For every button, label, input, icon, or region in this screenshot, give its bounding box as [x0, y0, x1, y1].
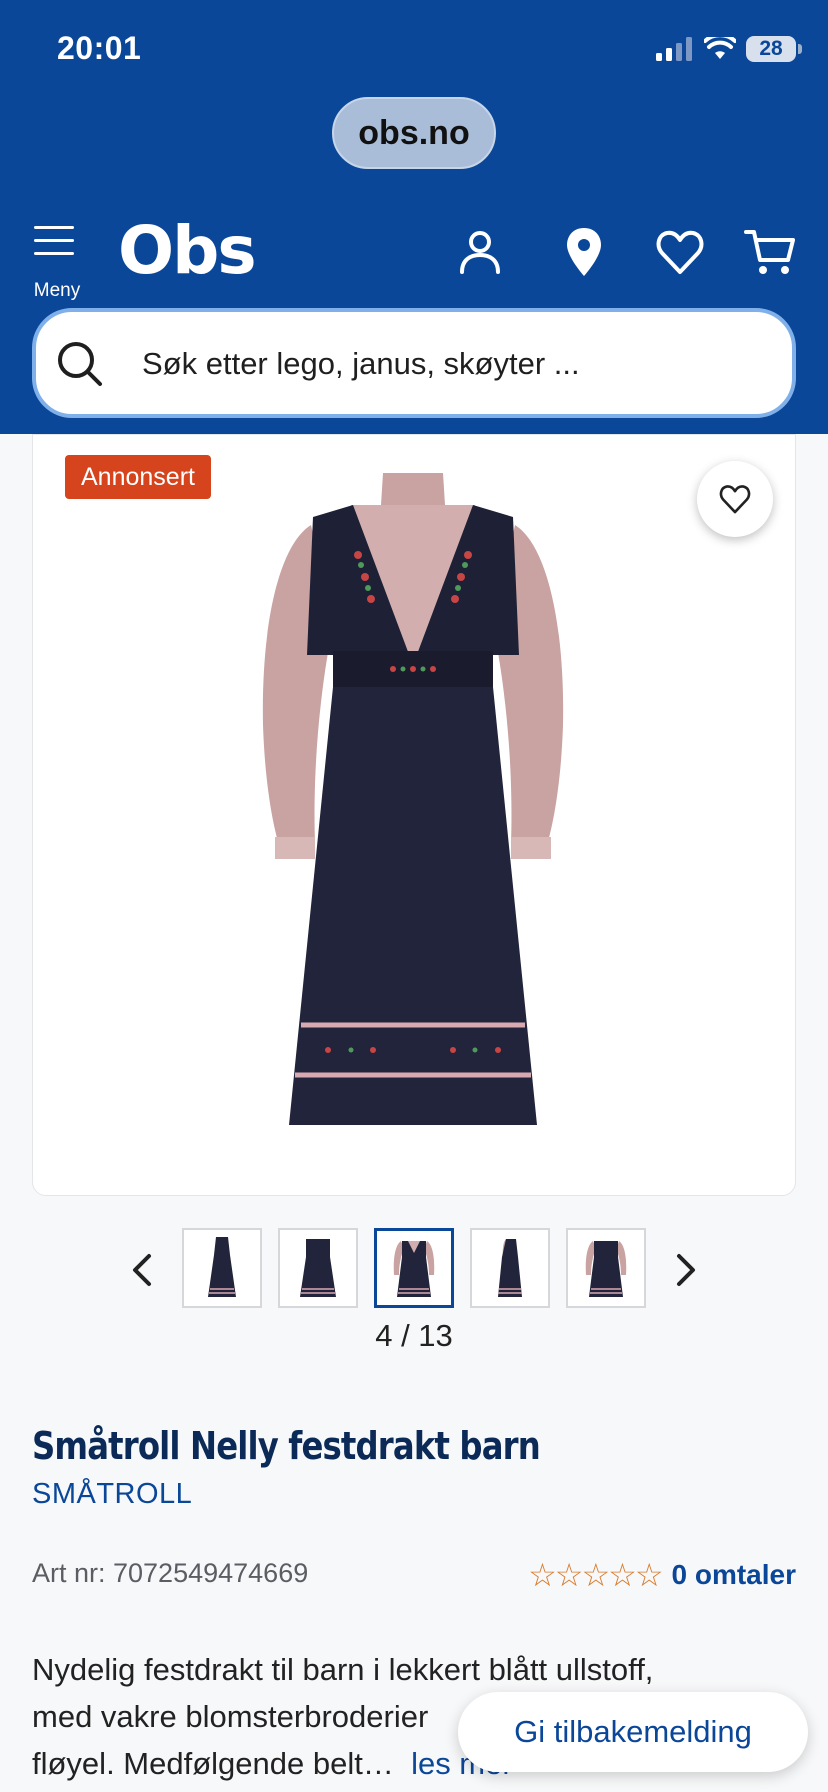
- search-placeholder: Søk etter lego, janus, skøyter ...: [142, 346, 580, 381]
- gallery-thumbnail[interactable]: [566, 1228, 646, 1308]
- site-header: 20:01 28 obs.no Meny Obs Søk etter lego,…: [0, 0, 828, 434]
- thumbnail-image: [208, 1237, 236, 1297]
- add-to-favorites-button[interactable]: [697, 461, 773, 537]
- battery-indicator: 28: [746, 36, 802, 62]
- thumbnail-image: [393, 1241, 435, 1297]
- description-line: Nydelig festdrakt til barn i lekkert blå…: [32, 1652, 654, 1687]
- thumbnail-image: [585, 1241, 627, 1297]
- chevron-left-icon: [133, 1254, 151, 1286]
- feedback-button[interactable]: Gi tilbakemelding: [458, 1692, 808, 1772]
- obs-logo[interactable]: Obs: [118, 218, 257, 284]
- review-count-link[interactable]: 0 omtaler: [672, 1559, 797, 1591]
- image-pager: 4 / 13: [375, 1318, 453, 1353]
- product-brand-link[interactable]: SMÅTROLL: [32, 1478, 192, 1511]
- previous-image-button[interactable]: [122, 1246, 162, 1294]
- search-input[interactable]: Søk etter lego, janus, skøyter ...: [32, 308, 796, 418]
- product-title: Småtroll Nelly festdrakt barn: [32, 1424, 541, 1468]
- location-pin-icon[interactable]: [558, 226, 610, 278]
- next-image-button[interactable]: [666, 1246, 706, 1294]
- gallery-thumbnail[interactable]: [470, 1228, 550, 1308]
- thumbnail-image: [300, 1239, 336, 1297]
- status-bar: 20:01 28: [0, 0, 828, 100]
- description-line-text: fløyel. Medfølgende belt…: [32, 1746, 394, 1781]
- hamburger-icon: [34, 226, 74, 256]
- user-icon[interactable]: [454, 226, 506, 278]
- battery-tip: [798, 44, 802, 54]
- battery-level: 28: [759, 37, 783, 60]
- cart-icon[interactable]: [744, 226, 796, 278]
- product-photo: [262, 473, 564, 1125]
- product-rating[interactable]: ☆☆☆☆☆ 0 omtaler: [528, 1556, 796, 1594]
- product-image-card[interactable]: Annonsert: [32, 434, 796, 1196]
- status-time: 20:01: [57, 30, 142, 66]
- menu-button[interactable]: Meny: [26, 224, 88, 301]
- search-icon: [54, 338, 106, 390]
- menu-label: Meny: [33, 280, 81, 301]
- thumbnail-image: [498, 1239, 522, 1297]
- chevron-right-icon: [677, 1254, 695, 1286]
- article-number: Art nr: 7072549474669: [32, 1558, 309, 1588]
- heart-icon: [719, 485, 751, 514]
- gallery-thumbnail[interactable]: [278, 1228, 358, 1308]
- image-gallery-nav: [0, 1228, 828, 1312]
- heart-icon[interactable]: [654, 226, 706, 278]
- gallery-thumbnail-active[interactable]: [374, 1228, 454, 1308]
- status-icons: 28: [656, 34, 802, 64]
- wifi-icon: [704, 37, 736, 59]
- browser-url-pill[interactable]: obs.no: [332, 97, 496, 169]
- gallery-thumbnail[interactable]: [182, 1228, 262, 1308]
- rating-stars: ☆☆☆☆☆: [528, 1557, 663, 1593]
- main-nav: Meny Obs: [0, 210, 828, 301]
- cellular-signal-icon: [656, 37, 692, 61]
